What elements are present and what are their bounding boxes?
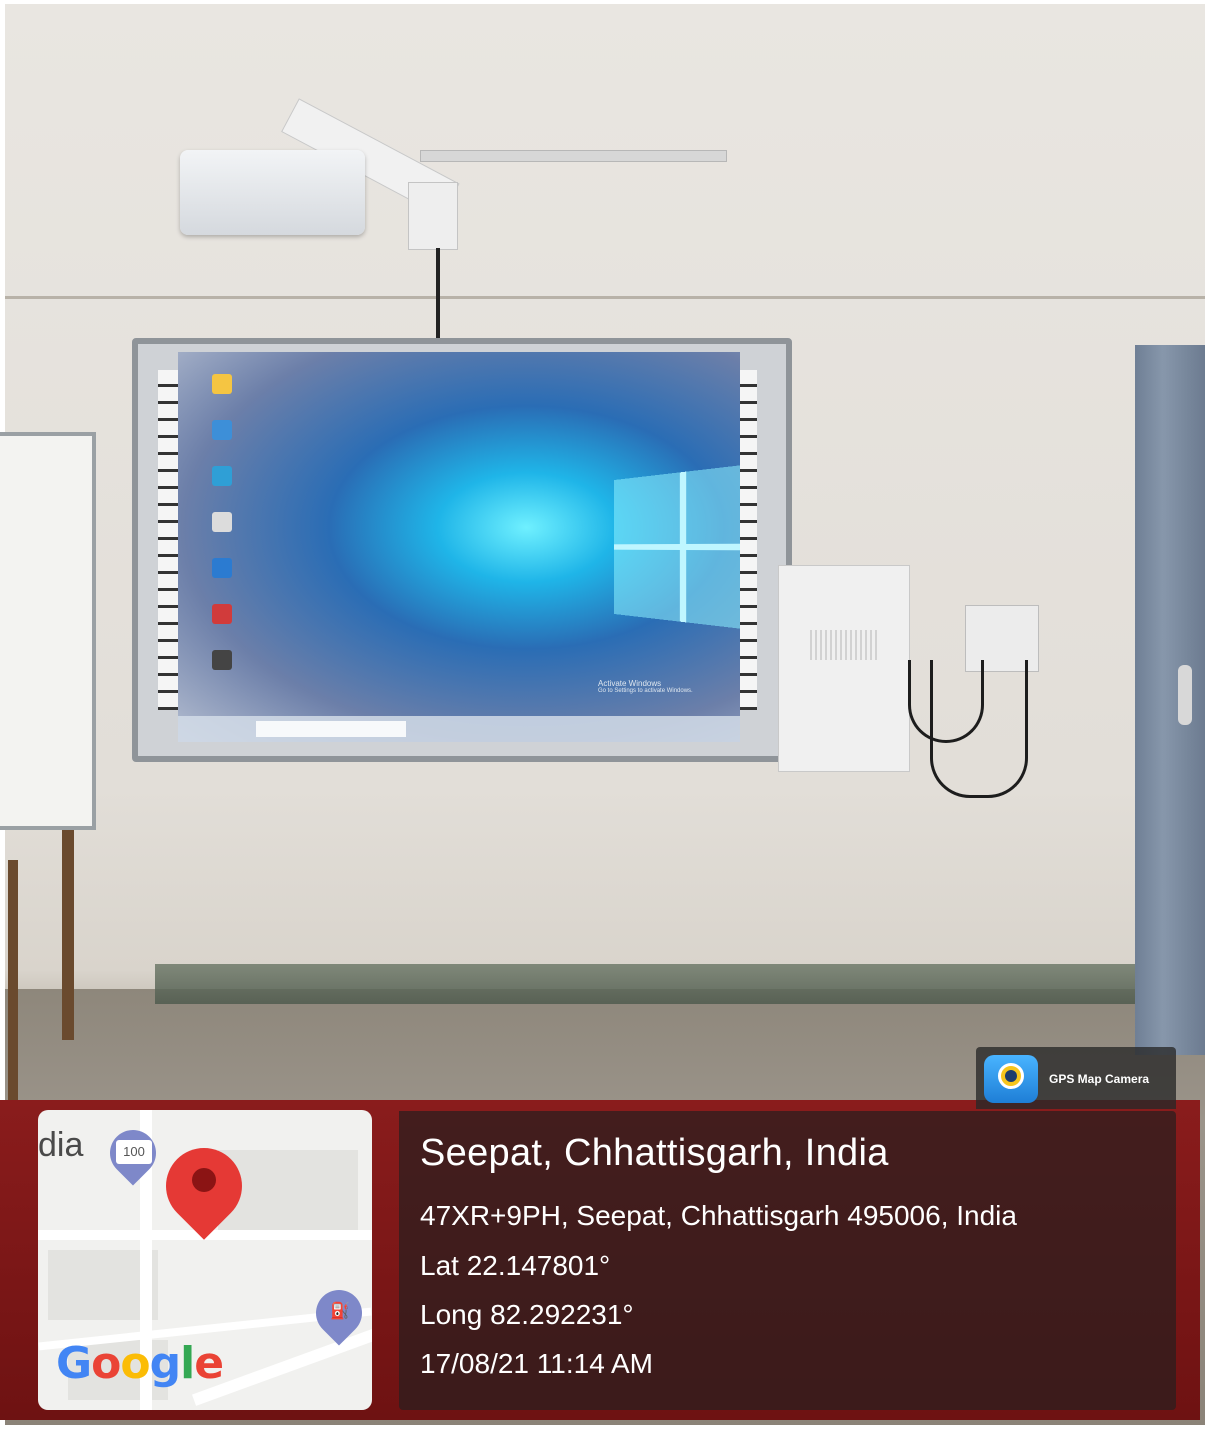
door xyxy=(1135,345,1205,1055)
wall-crack xyxy=(5,296,1205,299)
longitude: Long 82.292231° xyxy=(420,1299,634,1330)
latitude: Lat 22.147801° xyxy=(420,1250,611,1281)
wall-skirting xyxy=(155,964,1135,1004)
network-icon xyxy=(212,466,232,486)
app-shortcut-icon xyxy=(212,604,232,624)
taskbar-search xyxy=(256,721,406,737)
projector xyxy=(180,150,365,235)
timestamp: 17/08/21 11:14 AM xyxy=(420,1348,653,1379)
whiteboard xyxy=(0,432,96,830)
projector-cable xyxy=(436,248,440,348)
google-logo: Google xyxy=(56,1338,224,1389)
watermark-title: Activate Windows xyxy=(598,679,662,688)
place-title: Seepat, Chhattisgarh, India xyxy=(420,1132,889,1174)
watermark-subtitle: Go to Settings to activate Windows. xyxy=(598,688,693,694)
map-place-label: dia xyxy=(38,1126,84,1164)
google-logo-letter: g xyxy=(149,1338,181,1389)
gps-camera-label: GPS Map Camera xyxy=(1049,1072,1150,1086)
wall-rail xyxy=(420,150,727,162)
chair-leg xyxy=(62,830,74,1040)
google-logo-letter: o xyxy=(91,1338,121,1389)
speed-limit-badge: 100 xyxy=(116,1140,152,1164)
cabinet-grille xyxy=(810,630,880,660)
pc-cabinet xyxy=(778,565,910,772)
google-logo-letter: o xyxy=(120,1338,150,1389)
location-pin-dot xyxy=(192,1168,216,1192)
chair-leg xyxy=(8,860,18,1100)
power-wire xyxy=(930,660,1028,798)
door-handle xyxy=(1178,665,1192,725)
activate-windows-watermark: Activate Windows Go to Settings to activ… xyxy=(598,679,693,694)
windows-logo-icon xyxy=(614,461,740,633)
board-left-toolbar xyxy=(158,370,178,710)
whiteboard-app-icon xyxy=(212,650,232,670)
app-shortcut-icon xyxy=(212,558,232,578)
address: 47XR+9PH, Seepat, Chhattisgarh 495006, I… xyxy=(420,1200,1017,1231)
this-pc-icon xyxy=(212,420,232,440)
gps-map-camera-icon xyxy=(984,1055,1038,1103)
recycle-bin-icon xyxy=(212,512,232,532)
google-logo-letter: l xyxy=(180,1338,195,1389)
board-right-toolbar xyxy=(737,370,757,710)
projector-mount xyxy=(408,182,458,250)
taskbar xyxy=(178,716,740,742)
google-logo-letter: G xyxy=(56,1338,92,1389)
google-logo-letter: e xyxy=(194,1338,224,1389)
projected-desktop: Activate Windows Go to Settings to activ… xyxy=(178,352,740,742)
fuel-pump-icon: ⛽ xyxy=(330,1303,350,1320)
user-folder-icon xyxy=(212,374,232,394)
